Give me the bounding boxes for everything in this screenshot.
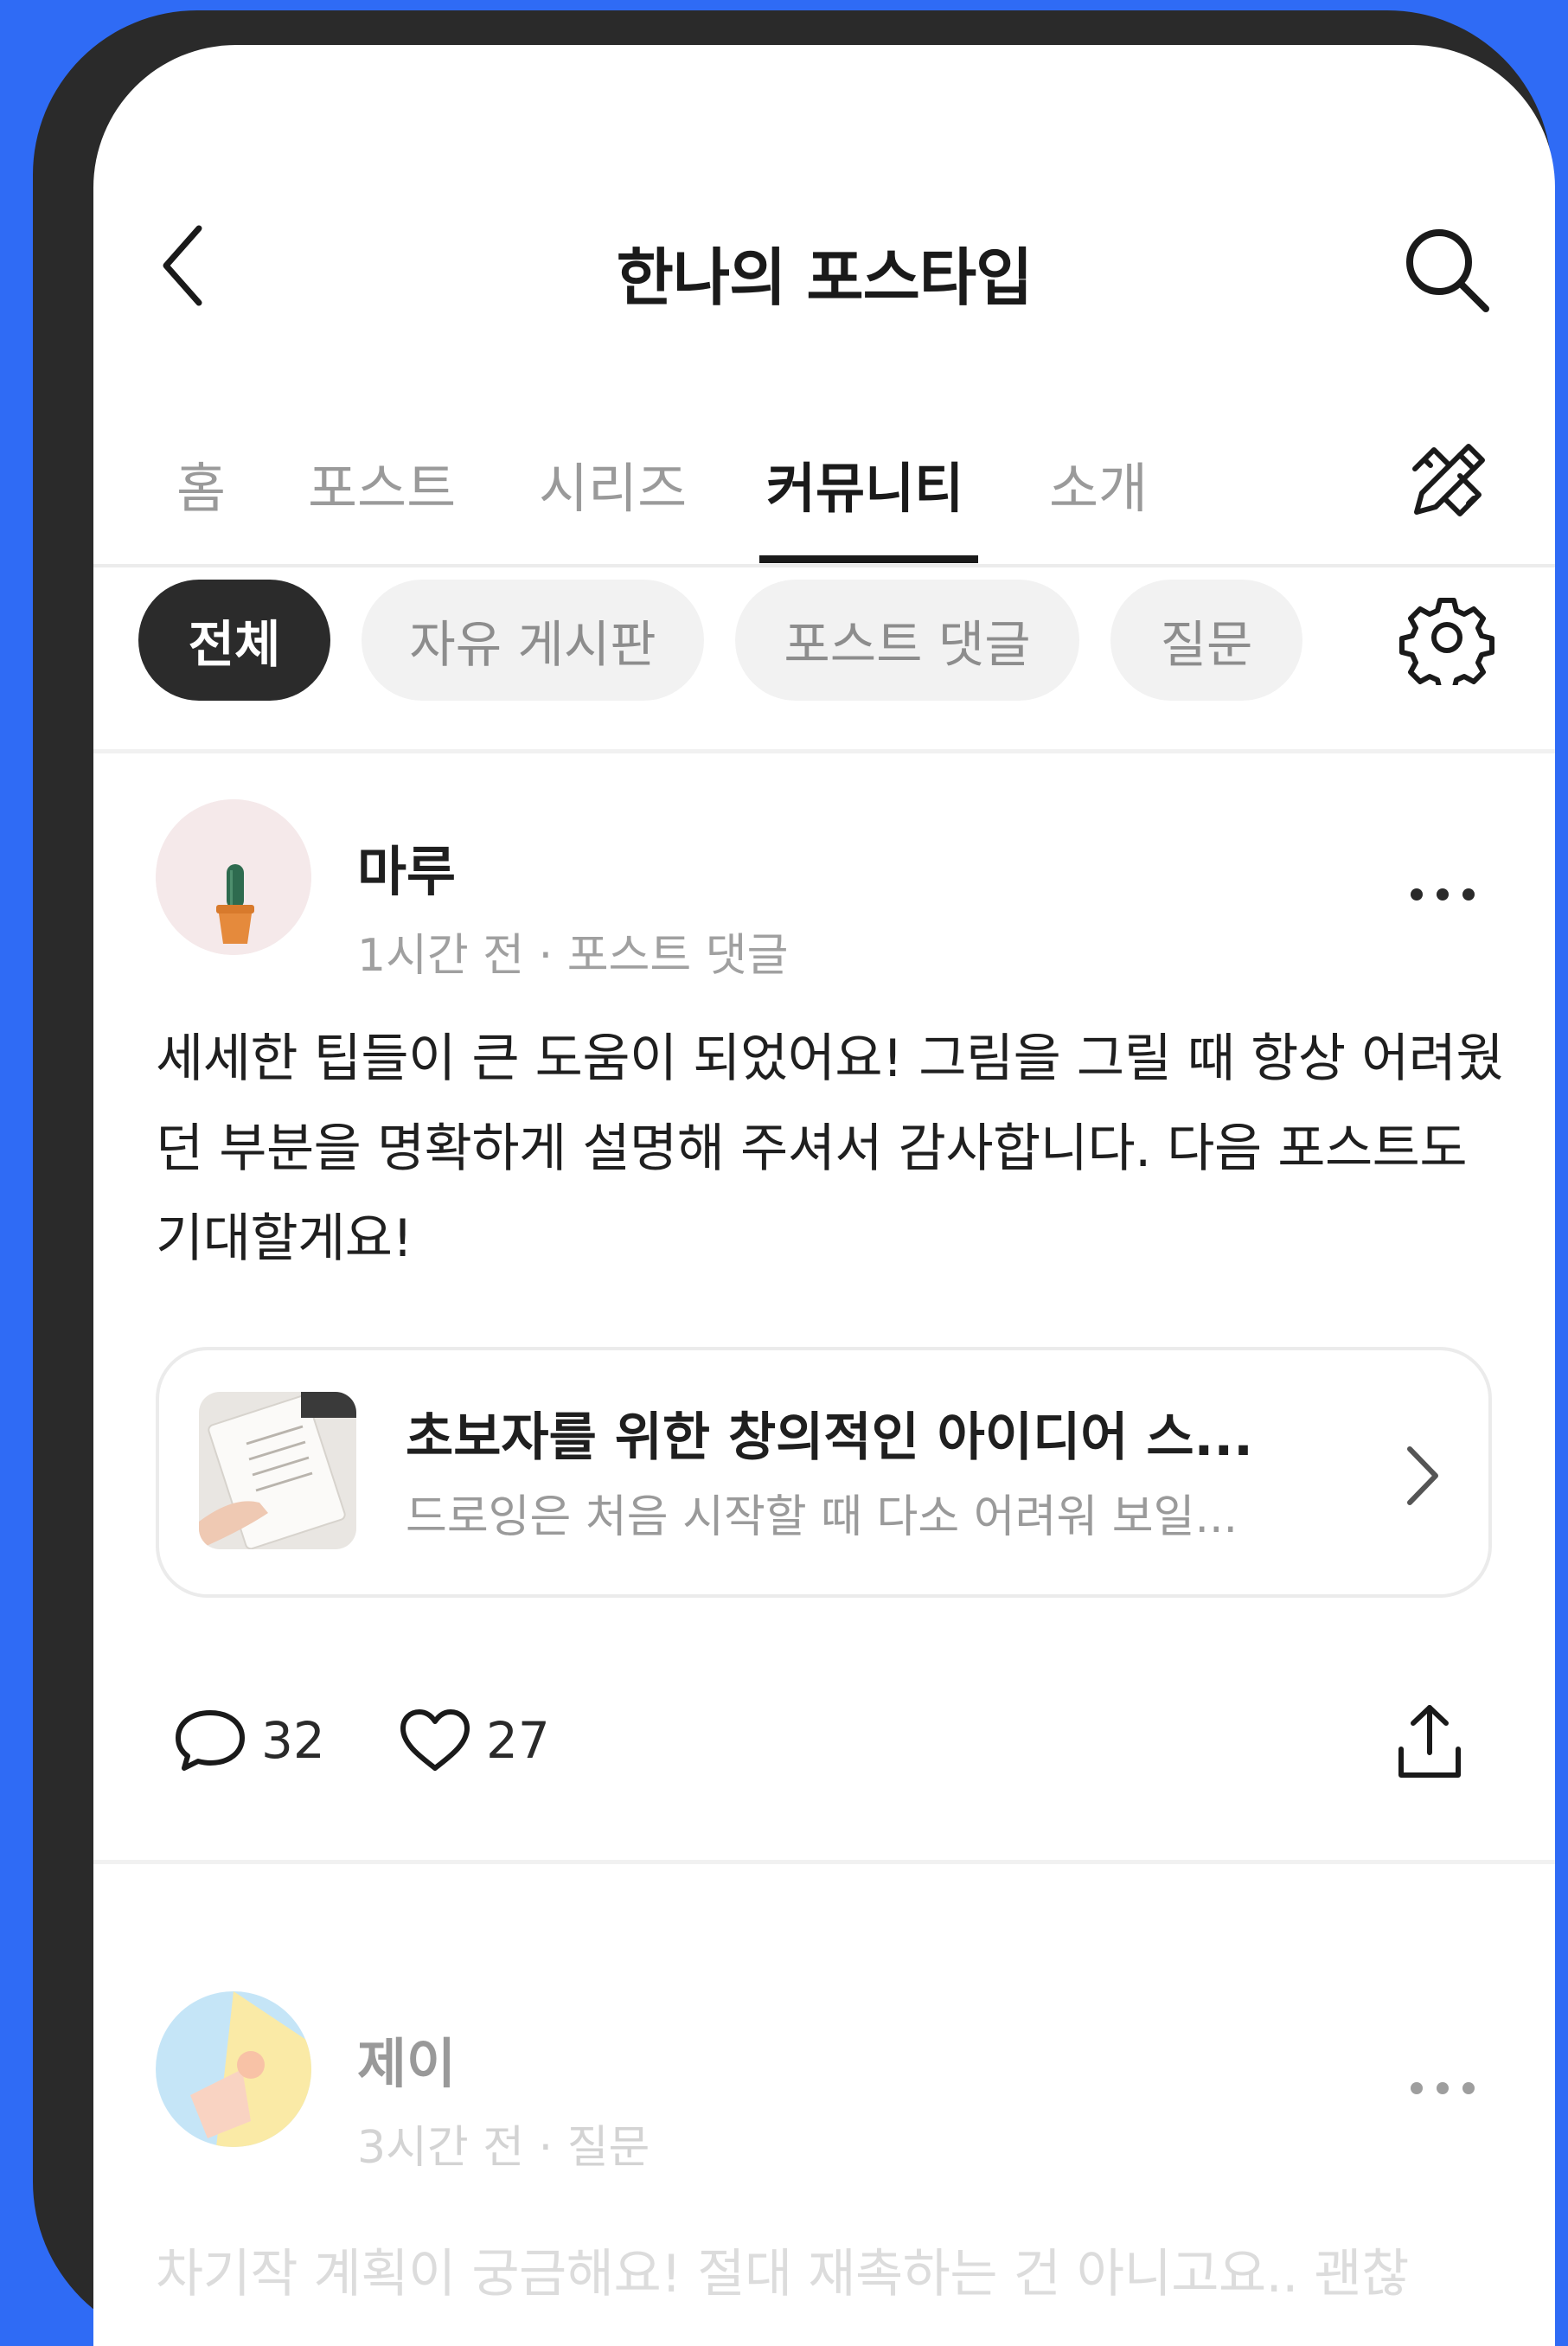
post-meta: 3시간 전 · 질문 bbox=[357, 2122, 650, 2174]
filter-chip-all[interactable]: 전체 bbox=[138, 580, 330, 701]
search-icon[interactable] bbox=[1399, 222, 1494, 317]
chevron-right-icon bbox=[1407, 1446, 1438, 1505]
comment-count: 32 bbox=[261, 1711, 325, 1770]
more-options-icon[interactable] bbox=[1404, 877, 1482, 912]
device-frame: 한나의 포스타입 홈 포스트 시리즈 커뮤니티 소개 전체 자유 게시판 포스트… bbox=[33, 10, 1555, 2346]
post-meta: 1시간 전 · 포스트 댓글 bbox=[357, 930, 789, 982]
abstract-avatar-image bbox=[156, 1991, 311, 2147]
post-author[interactable]: 제이 bbox=[357, 2020, 456, 2098]
post-body: 차기작 계획이 궁금해요! 절대 재촉하는 건 아니고요.. 괜찮 bbox=[156, 2244, 1409, 2304]
post-body: 세세한 팁들이 큰 도움이 되었어요! 그림을 그릴 때 항상 어려웠던 부분을… bbox=[156, 1029, 1504, 1269]
filter-chip-post-comments[interactable]: 포스트 댓글 bbox=[735, 580, 1079, 701]
filter-chip-free-board[interactable]: 자유 게시판 bbox=[362, 580, 704, 701]
heart-icon bbox=[400, 1709, 470, 1771]
app-screen: 한나의 포스타입 홈 포스트 시리즈 커뮤니티 소개 전체 자유 게시판 포스트… bbox=[93, 45, 1555, 2346]
gear-icon[interactable] bbox=[1399, 590, 1494, 685]
avatar[interactable] bbox=[156, 799, 311, 955]
more-options-icon[interactable] bbox=[1404, 2071, 1482, 2106]
like-count: 27 bbox=[486, 1711, 550, 1770]
active-tab-indicator bbox=[759, 555, 978, 563]
linked-post-title: 초보자를 위한 창의적인 아이디어 스... bbox=[406, 1407, 1253, 1468]
notebook-image bbox=[199, 1392, 356, 1549]
linked-post-card[interactable]: 초보자를 위한 창의적인 아이디어 스... 드로잉은 처음 시작할 때 다소 … bbox=[156, 1347, 1492, 1598]
page-title: 한나의 포스타입 bbox=[616, 241, 1034, 314]
filter-chip-questions[interactable]: 질문 bbox=[1110, 580, 1302, 701]
tab-about[interactable]: 소개 bbox=[1049, 445, 1148, 522]
comment-button[interactable]: 32 bbox=[171, 1706, 325, 1775]
section-divider bbox=[93, 749, 1555, 753]
comment-icon bbox=[176, 1710, 245, 1771]
tab-home[interactable]: 홈 bbox=[176, 445, 226, 522]
tab-community[interactable]: 커뮤니티 bbox=[766, 445, 963, 522]
tab-posts[interactable]: 포스트 bbox=[308, 445, 456, 522]
pencil-ruler-icon[interactable] bbox=[1399, 434, 1494, 529]
like-button[interactable]: 27 bbox=[396, 1706, 550, 1775]
post-author[interactable]: 마루 bbox=[357, 828, 456, 906]
linked-post-thumbnail bbox=[199, 1392, 356, 1549]
cactus-avatar-image bbox=[156, 799, 311, 955]
post-divider bbox=[93, 1860, 1555, 1864]
tab-bar: 홈 포스트 시리즈 커뮤니티 소개 bbox=[93, 408, 1555, 567]
share-icon[interactable] bbox=[1391, 1699, 1469, 1785]
tab-series[interactable]: 시리즈 bbox=[539, 445, 687, 522]
avatar[interactable] bbox=[156, 1991, 311, 2147]
linked-post-excerpt: 드로잉은 처음 시작할 때 다소 어려워 보일... bbox=[406, 1491, 1238, 1543]
